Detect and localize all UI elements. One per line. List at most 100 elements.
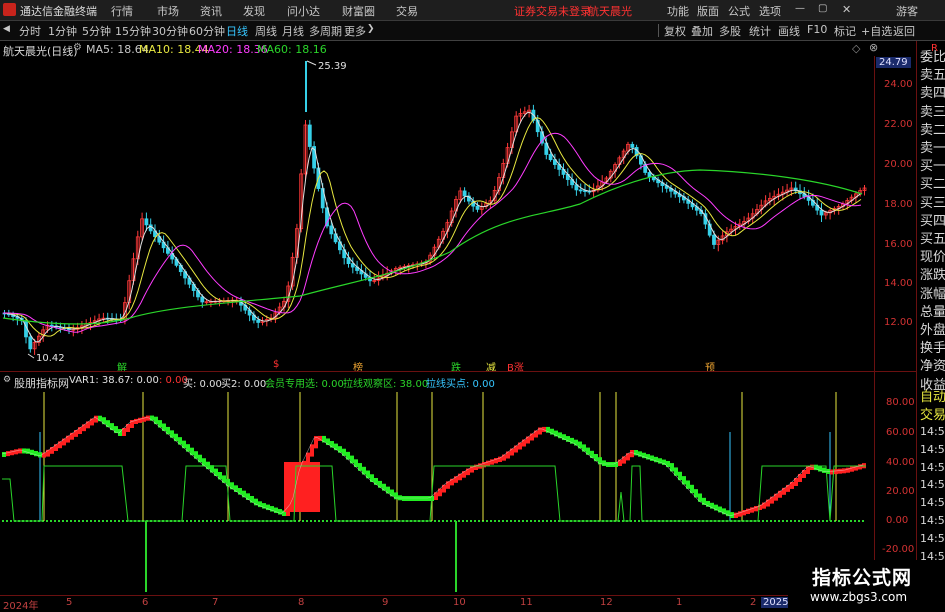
zero-dot xyxy=(190,520,192,522)
btn-huaxian[interactable]: 画线 xyxy=(778,23,800,39)
var1-block xyxy=(446,481,450,489)
menu-gongshi[interactable]: 公式 xyxy=(728,3,750,19)
var1-block xyxy=(102,417,106,425)
period-tab-1min[interactable]: 1分钟 xyxy=(48,23,77,39)
quote-field: 委比 xyxy=(920,50,945,65)
restore-icon[interactable]: ▢ xyxy=(818,3,827,14)
zero-dot xyxy=(50,520,52,522)
collapse-icon[interactable]: ◀ xyxy=(3,24,10,34)
var1-block xyxy=(418,496,422,501)
var1-block xyxy=(94,415,98,423)
date-label: 8 xyxy=(298,597,305,608)
candle-body xyxy=(307,124,312,147)
btn-tongji[interactable]: 统计 xyxy=(749,23,771,39)
menu-caifuquan[interactable]: 财富圈 xyxy=(342,3,375,19)
menu-wenxiaoda[interactable]: 问小达 xyxy=(287,3,320,19)
ma20-line xyxy=(3,132,862,333)
menu-xuanxiang[interactable]: 选项 xyxy=(759,3,781,19)
minimize-icon[interactable]: — xyxy=(795,3,805,14)
chart-close-icon[interactable]: ⊗ xyxy=(869,41,878,54)
var1-block xyxy=(370,474,374,482)
zero-dot xyxy=(318,520,320,522)
btn-add-watchlist[interactable]: +自选 xyxy=(861,23,892,39)
more-chevron-icon[interactable]: ❯ xyxy=(367,24,375,34)
period-tab-fenshi[interactable]: 分时 xyxy=(19,23,41,39)
period-tab-monthly[interactable]: 月线 xyxy=(282,23,304,39)
menu-shichang[interactable]: 市场 xyxy=(157,3,179,19)
var1-block xyxy=(78,427,82,434)
zero-dot xyxy=(546,520,548,522)
var1-block xyxy=(382,483,386,491)
indicator-value: 买: 0.00 xyxy=(183,379,222,390)
period-tab-5min[interactable]: 5分钟 xyxy=(82,23,111,39)
quote-panel: R 委比 卖五 卖四 卖三 卖二 卖一 买一 买二 买三 买四 买五 现价 涨跌 涨幅 总量 外盘 换手 净资 收益自… xyxy=(916,41,945,609)
zero-dot xyxy=(534,520,536,522)
zero-dot xyxy=(762,520,764,522)
indicator-chart[interactable] xyxy=(0,392,874,594)
btn-back[interactable]: 返回 xyxy=(893,23,915,39)
date-label: 2024年 xyxy=(3,601,39,612)
zero-dot xyxy=(222,520,224,522)
login-status[interactable]: 证券交易未登录 xyxy=(514,3,591,19)
kline-chart[interactable]: 25.39 10.42 xyxy=(0,56,874,374)
period-tab-15min[interactable]: 15分钟 xyxy=(115,23,151,39)
guest-user[interactable]: 游客 xyxy=(896,3,918,19)
close-icon[interactable]: ✕ xyxy=(842,3,851,16)
var1-block xyxy=(502,454,506,461)
period-tab-30min[interactable]: 30分钟 xyxy=(152,23,188,39)
menu-banmian[interactable]: 版面 xyxy=(697,3,719,19)
date-label: 2 xyxy=(750,597,757,608)
period-tab-weekly[interactable]: 周线 xyxy=(255,23,277,39)
period-tab-more[interactable]: 更多 xyxy=(344,23,366,39)
var1-block xyxy=(578,441,582,449)
btn-diejia[interactable]: 叠加 xyxy=(691,23,713,39)
period-tab-60min[interactable]: 60分钟 xyxy=(189,23,225,39)
zero-dot xyxy=(490,520,492,522)
zero-dot xyxy=(66,520,68,522)
indicator-gear-icon[interactable]: ⚙ xyxy=(3,375,11,385)
var1-block xyxy=(530,433,534,441)
title-bar: 通达信金融终端 行情 市场 资讯 发现 问小达 财富圈 交易 证券交易未登录 航… xyxy=(0,0,945,21)
zero-dot xyxy=(2,520,4,522)
candle-body xyxy=(475,205,480,210)
zero-dot xyxy=(82,520,84,522)
quote-field: 换手 xyxy=(920,341,945,357)
candle-body xyxy=(647,172,652,178)
var1-block xyxy=(422,496,426,501)
zero-dot xyxy=(854,520,856,522)
btn-biaoji[interactable]: 标记 xyxy=(834,23,856,39)
var1-block xyxy=(534,430,538,438)
zero-dot xyxy=(214,520,216,522)
period-tab-daily[interactable]: 日线 xyxy=(226,23,248,39)
var1-block xyxy=(338,446,342,453)
menu-faxian[interactable]: 发现 xyxy=(243,3,265,19)
btn-fuquan[interactable]: 复权 xyxy=(664,23,686,39)
axis-divider xyxy=(874,56,875,596)
zero-dot xyxy=(446,520,448,522)
ma10-line xyxy=(3,117,862,337)
var1-block xyxy=(770,496,774,504)
indicator-value: : 0.00 xyxy=(130,375,159,386)
settings-icon[interactable]: ⚙ xyxy=(73,42,82,53)
indicator-tick: 20.00 xyxy=(886,486,915,497)
var1-block xyxy=(414,496,418,501)
zero-dot xyxy=(186,520,188,522)
btn-duogu[interactable]: 多股 xyxy=(719,23,741,39)
quote-field: 自动 xyxy=(920,390,945,405)
var1-block xyxy=(618,459,622,466)
zero-dot xyxy=(550,520,552,522)
quote-field: 14:56 xyxy=(920,531,945,545)
chart-options-icon[interactable]: ◇ xyxy=(852,42,860,55)
menu-gongneng[interactable]: 功能 xyxy=(667,3,689,19)
period-tab-multi[interactable]: 多周期 xyxy=(309,23,342,39)
zero-dot xyxy=(442,520,444,522)
indicator-name[interactable]: 股朋指标网 xyxy=(14,375,69,391)
quote-field: 外盘 xyxy=(920,323,945,338)
btn-f10[interactable]: F10 xyxy=(807,23,827,36)
date-label: 11 xyxy=(520,597,533,608)
menu-zixun[interactable]: 资讯 xyxy=(200,3,222,19)
menu-hangqing[interactable]: 行情 xyxy=(111,3,133,19)
var1-block xyxy=(838,468,842,474)
menu-jiaoyi[interactable]: 交易 xyxy=(396,3,418,19)
zero-dot xyxy=(110,520,112,522)
